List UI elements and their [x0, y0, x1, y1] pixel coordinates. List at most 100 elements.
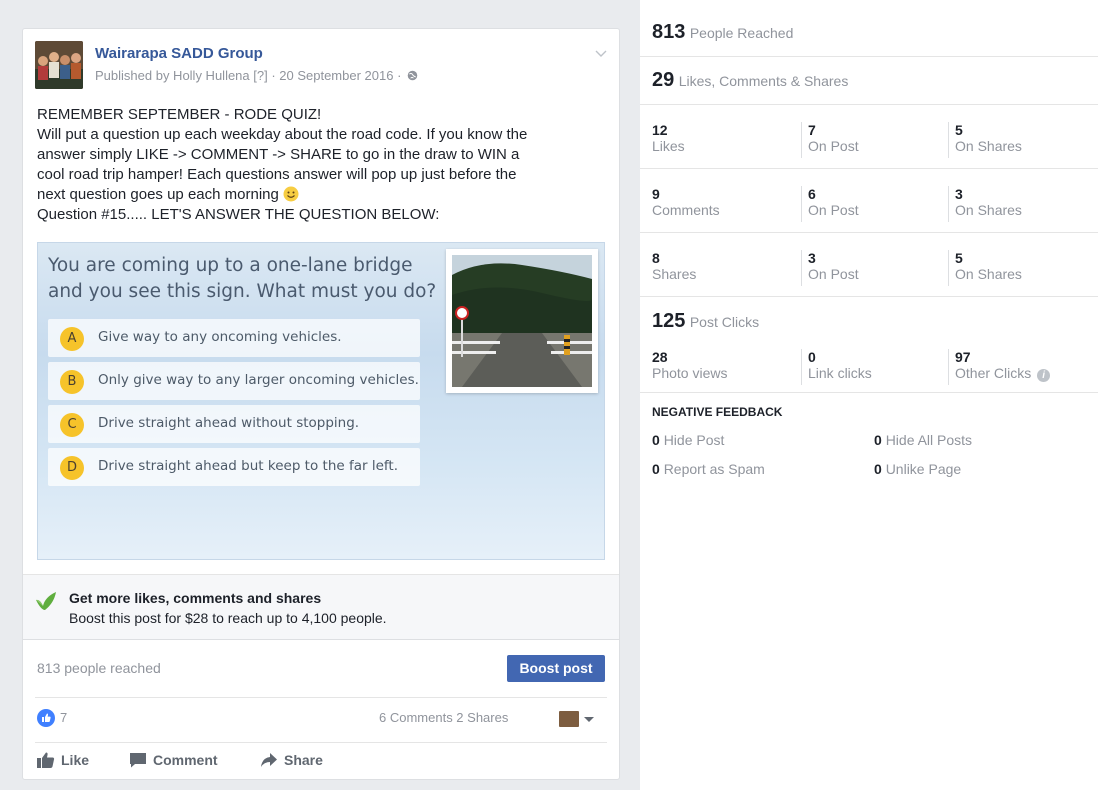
engagement-value: 29 [652, 69, 675, 91]
comment-label: Comment [153, 752, 218, 768]
quiz-option-c: C Drive straight ahead without stopping. [48, 405, 420, 443]
stat-value: 3 [808, 250, 816, 266]
stat-likes: 12 Likes [652, 122, 685, 158]
post-header: Wairarapa SADD Group Published by Holly … [35, 41, 609, 91]
neg-value: 0 [874, 461, 882, 477]
stat-shares-on-post: 3 On Post [801, 250, 859, 286]
smiley-emoji-icon [283, 186, 299, 202]
boost-post-button[interactable]: Boost post [507, 655, 605, 682]
stat-value: 0 [808, 349, 816, 365]
post-text-line-with-emoji: next question goes up each morning [37, 185, 611, 205]
neg-value: 0 [652, 432, 660, 448]
stat-shares-on-shares: 5 On Shares [948, 250, 1022, 286]
neg-value: 0 [652, 461, 660, 477]
post-text-line: Will put a question up each weekday abou… [37, 126, 528, 143]
share-arrow-icon [261, 753, 277, 767]
post-clicks-value: 125 [652, 310, 686, 332]
quiz-option-d: D Drive straight ahead but keep to the f… [48, 448, 420, 486]
stat-value: 9 [652, 186, 660, 202]
neg-unlike-page: 0 Unlike Page [874, 461, 961, 477]
post-body: REMEMBER SEPTEMBER - RODE QUIZ! Will put… [37, 105, 611, 225]
stat-value: 5 [955, 122, 963, 138]
engagement-section: 29 Likes, Comments & Shares [640, 57, 1098, 105]
people-reached-section: 813 People Reached [640, 0, 1098, 57]
stat-label: Other Clicks [955, 365, 1032, 381]
quiz-option-a: A Give way to any oncoming vehicles. [48, 319, 420, 357]
avatar[interactable] [559, 711, 579, 727]
reach-row: 813 people reached Boost post [23, 641, 619, 697]
engagement-stat: 29 Likes, Comments & Shares [652, 69, 848, 92]
post-text-line: next question goes up each morning [37, 186, 279, 203]
like-reaction-icon[interactable] [37, 709, 55, 727]
like-count[interactable]: 7 [60, 710, 67, 725]
option-text: Drive straight ahead but keep to the far… [98, 458, 398, 474]
quiz-option-b: B Only give way to any larger oncoming v… [48, 362, 420, 400]
comment-icon [130, 753, 146, 768]
chevron-down-icon[interactable] [595, 47, 607, 59]
post-meta-text: Published by Holly Hullena [?] · 20 Sept… [95, 68, 402, 83]
stat-likes-on-shares: 5 On Shares [948, 122, 1022, 158]
post-clicks-section: 125 Post Clicks 28 Photo views 0 Link cl… [640, 297, 1098, 393]
likes-breakdown-row: 12 Likes 7 On Post 5 On Shares [640, 105, 1098, 169]
people-reached-stat: 813 People Reached [652, 21, 793, 44]
stat-value: 7 [808, 122, 816, 138]
stat-link-clicks: 0 Link clicks [801, 349, 872, 385]
stat-comments: 9 Comments [652, 186, 720, 222]
quiz-image[interactable]: You are coming up to a one-lane bridge a… [37, 242, 605, 560]
neg-label: Unlike Page [885, 461, 962, 477]
post-meta: Published by Holly Hullena [?] · 20 Sept… [95, 68, 418, 83]
stat-comments-on-shares: 3 On Shares [948, 186, 1022, 222]
boost-promo[interactable]: Get more likes, comments and shares Boos… [23, 574, 619, 640]
promo-subtitle: Boost this post for $28 to reach up to 4… [69, 610, 387, 626]
neg-label: Hide All Posts [885, 432, 973, 448]
engagement-label: Likes, Comments & Shares [678, 73, 849, 89]
insights-panel: 813 People Reached 29 Likes, Comments & … [640, 0, 1108, 790]
neg-hide-post: 0 Hide Post [652, 432, 724, 448]
like-label: Like [61, 752, 90, 768]
option-text: Give way to any oncoming vehicles. [98, 329, 342, 345]
post-text-line: answer simply LIKE -> COMMENT -> SHARE t… [37, 146, 520, 163]
stat-value: 5 [955, 250, 963, 266]
stat-value: 6 [808, 186, 816, 202]
thumbs-up-icon [37, 752, 55, 768]
stat-label: Photo views [652, 365, 728, 381]
negative-feedback-title: NEGATIVE FEEDBACK [652, 405, 783, 419]
reactions-row: 7 6 Comments 2 Shares [23, 699, 619, 739]
stat-value: 12 [652, 122, 668, 138]
info-icon[interactable]: i [1037, 369, 1051, 382]
neg-label: Hide Post [663, 432, 725, 448]
action-bar: Like Comment Share [23, 745, 619, 777]
stat-photo-views: 28 Photo views [652, 349, 727, 385]
post-clicks-label: Post Clicks [689, 314, 760, 330]
page-avatar[interactable] [35, 41, 83, 89]
stat-value: 28 [652, 349, 668, 365]
stat-value: 97 [955, 349, 971, 365]
neg-hide-all-posts: 0 Hide All Posts [874, 432, 972, 448]
page-name-link[interactable]: Wairarapa SADD Group [95, 45, 263, 62]
globe-icon [407, 70, 418, 81]
stat-other-clicks: 97 Other Clicks i [948, 349, 1051, 385]
stat-label: On Shares [955, 138, 1022, 154]
neg-label: Report as Spam [663, 461, 765, 477]
comments-breakdown-row: 9 Comments 6 On Post 3 On Shares [640, 169, 1098, 233]
option-letter-badge: C [60, 413, 84, 437]
post-clicks-stat: 125 Post Clicks [652, 310, 759, 333]
share-label: Share [284, 752, 323, 768]
comments-shares-count[interactable]: 6 Comments 2 Shares [379, 710, 508, 725]
neg-value: 0 [874, 432, 882, 448]
divider [35, 697, 607, 698]
shares-breakdown-row: 8 Shares 3 On Post 5 On Shares [640, 233, 1098, 297]
caret-down-icon[interactable] [584, 717, 594, 722]
quiz-question-line: and you see this sign. What must you do? [48, 281, 437, 302]
stat-label: On Post [808, 266, 859, 282]
neg-report-spam: 0 Report as Spam [652, 461, 765, 477]
stat-label: On Post [808, 138, 859, 154]
stat-label: Comments [652, 202, 720, 218]
stat-label-with-info: Other Clicks i [955, 365, 1051, 382]
stat-label: On Shares [955, 266, 1022, 282]
people-reached-link[interactable]: 813 people reached [37, 660, 161, 676]
option-letter-badge: B [60, 370, 84, 394]
people-reached-value: 813 [652, 21, 686, 43]
option-letter-badge: D [60, 456, 84, 480]
option-text: Only give way to any larger oncoming veh… [98, 372, 419, 388]
